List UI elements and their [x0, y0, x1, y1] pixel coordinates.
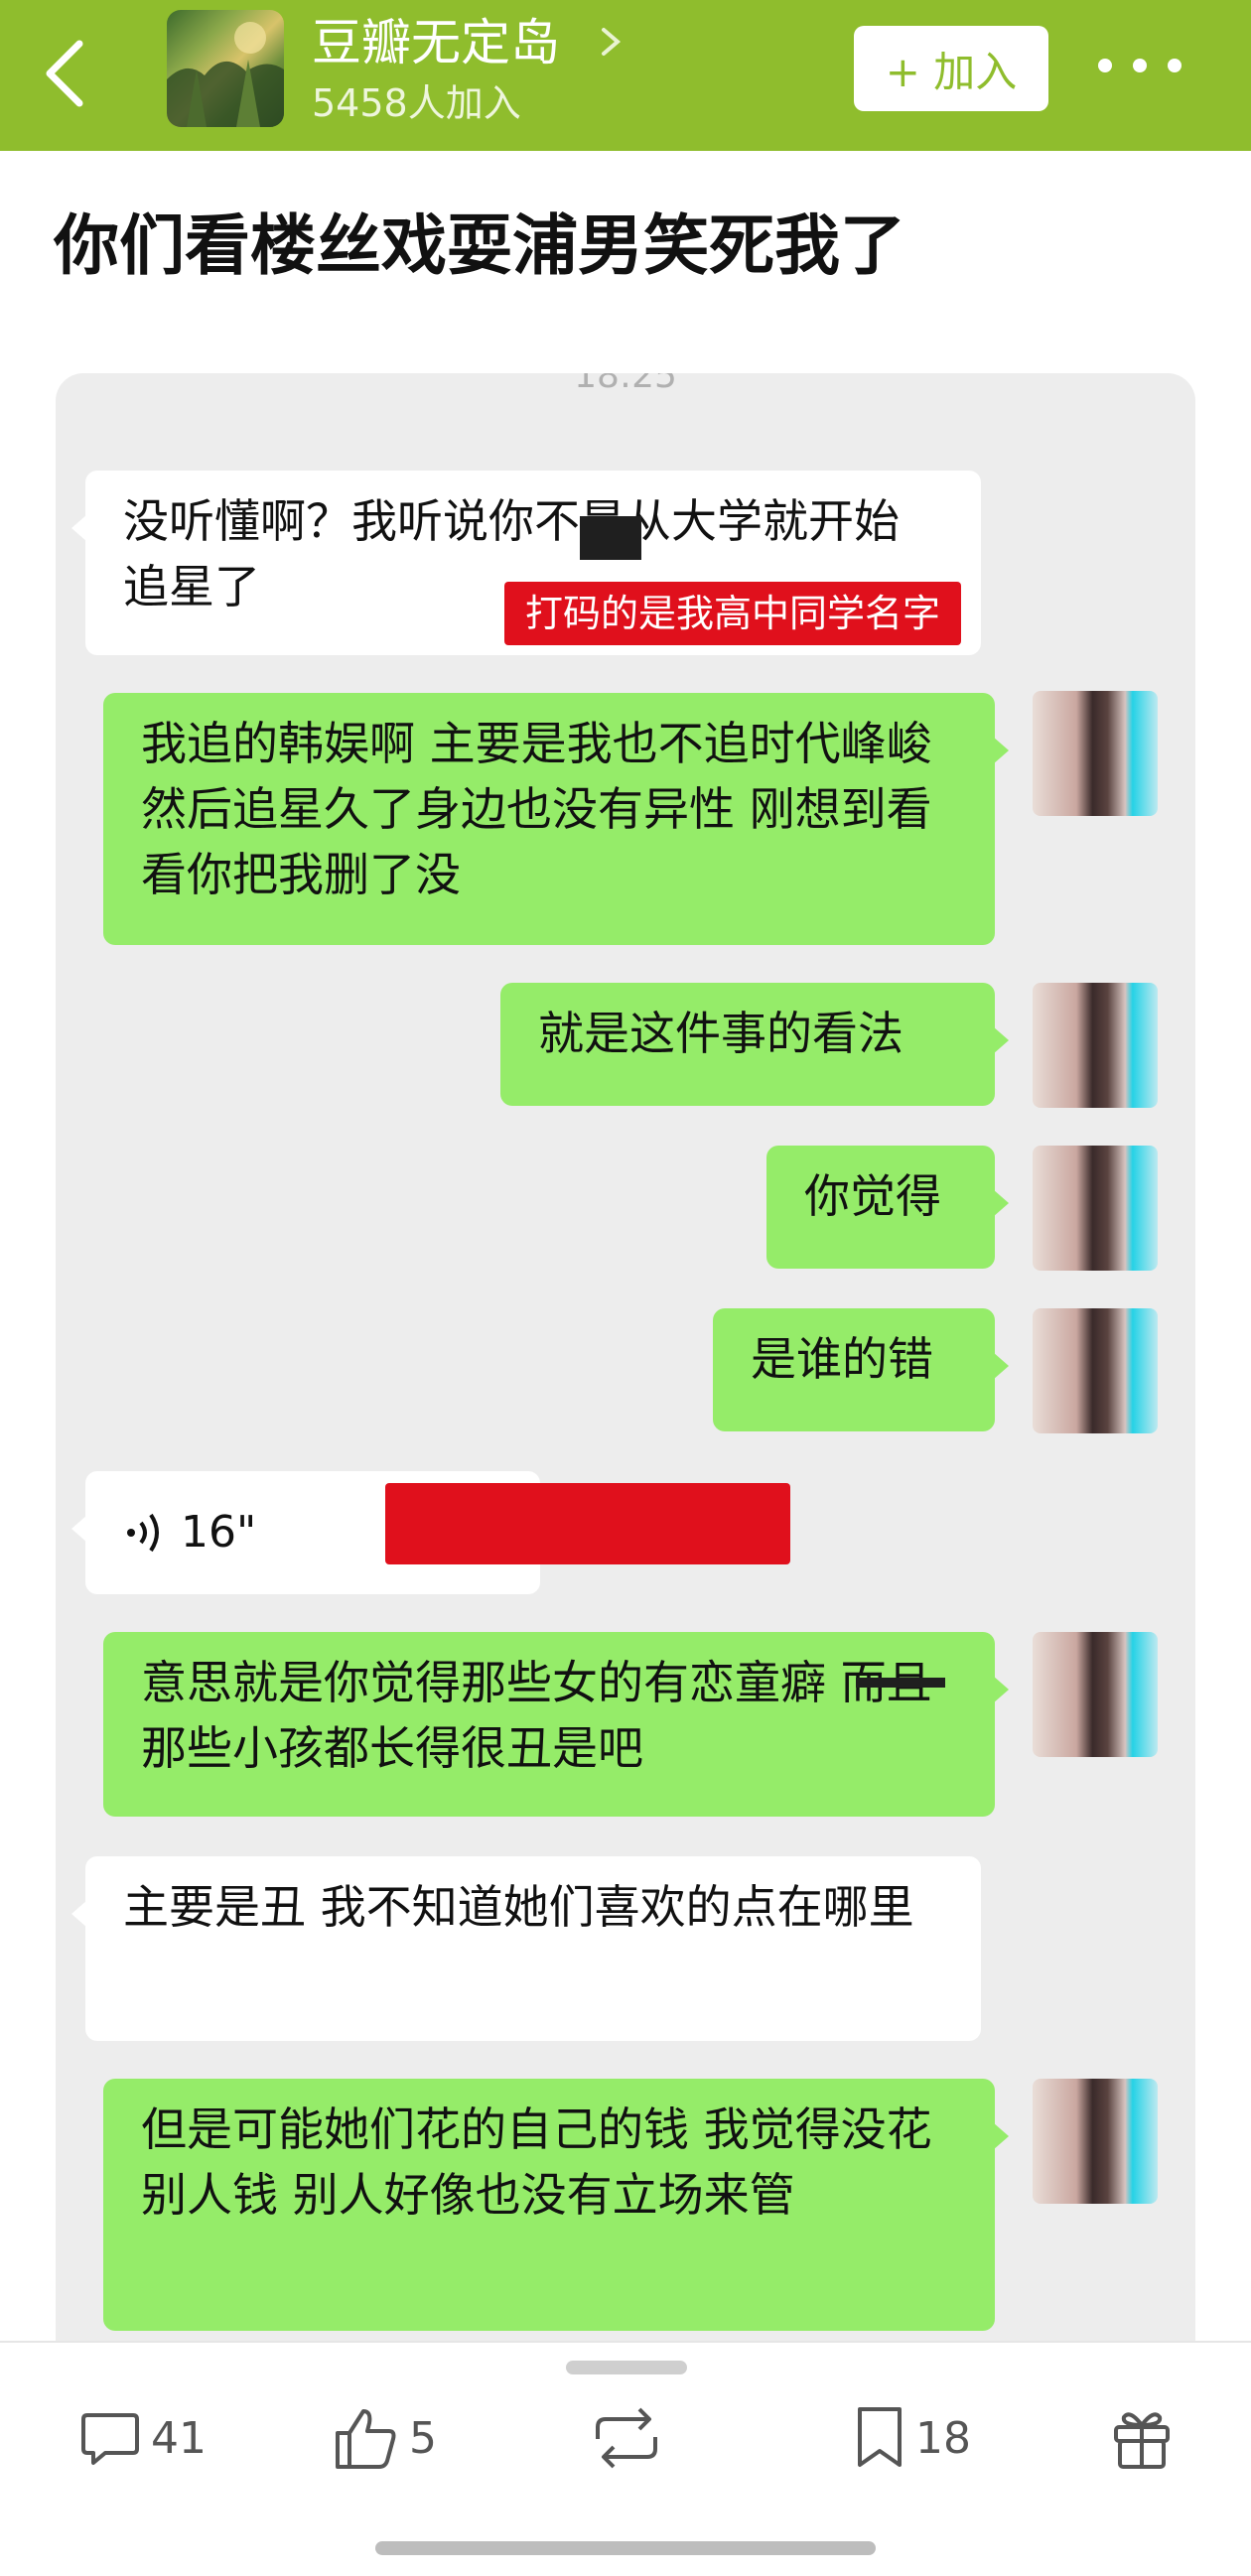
group-name[interactable]: 豆瓣无定岛 — [312, 12, 560, 73]
group-header: 豆瓣无定岛 5458人加入 + 加入 — [0, 0, 1251, 151]
chevron-right-icon — [602, 28, 622, 56]
join-button[interactable]: + 加入 — [854, 26, 1048, 111]
repost-icon — [596, 2407, 657, 2469]
more-options-button[interactable] — [1098, 46, 1182, 85]
thumbs-up-icon — [336, 2409, 396, 2469]
group-chevron[interactable] — [596, 22, 626, 62]
comment-icon — [81, 2413, 139, 2465]
comment-button[interactable]: 41 — [77, 2398, 207, 2478]
like-count: 5 — [409, 2412, 437, 2464]
back-button[interactable] — [38, 34, 97, 113]
bottom-action-bar: 41 5 18 — [0, 2341, 1251, 2576]
voice-duration: 16" — [181, 1507, 257, 1558]
join-button-label: + 加入 — [885, 47, 1018, 96]
bookmark-icon — [858, 2407, 902, 2467]
chat-message-sent: 但是可能她们花的自己的钱 我觉得没花别人钱 别人好像也没有立场来管 — [103, 2079, 1009, 2331]
comment-count: 41 — [151, 2412, 207, 2464]
avatar[interactable] — [1033, 1632, 1158, 1757]
more-dots-icon — [1098, 59, 1112, 72]
annotation-label: 打码的是我高中同学名字 — [504, 582, 961, 645]
gift-icon — [1114, 2412, 1170, 2469]
avatar[interactable] — [1033, 1308, 1158, 1433]
repost-button[interactable] — [588, 2398, 665, 2478]
bookmark-count: 18 — [915, 2412, 971, 2464]
group-member-count: 5458人加入 — [312, 81, 521, 125]
home-indicator — [375, 2541, 876, 2555]
chat-message-sent: 我追的韩娱啊 主要是我也不追时代峰峻 然后追星久了身边也没有异性 刚想到看看你把… — [103, 693, 1009, 945]
bookmark-button[interactable]: 18 — [852, 2398, 971, 2478]
chat-message-sent: 是谁的错 — [713, 1308, 1009, 1431]
chat-message-sent: 你觉得 — [766, 1146, 1009, 1269]
chat-message-received: 主要是丑 我不知道她们喜欢的点在哪里 — [71, 1856, 981, 2041]
avatar[interactable] — [1033, 983, 1158, 1108]
chat-message-sent: 就是这件事的看法 — [500, 983, 1009, 1106]
like-button[interactable]: 5 — [332, 2398, 437, 2478]
avatar[interactable] — [1033, 1146, 1158, 1271]
drag-handle[interactable] — [566, 2361, 687, 2374]
chat-message-sent: 意思就是你觉得那些女的有恋童癖 而且那些小孩都长得很丑是吧 — [103, 1632, 1009, 1817]
chat-timestamp: 18:25 — [574, 373, 677, 396]
redacted-word-block — [856, 1678, 945, 1688]
voice-wave-icon — [127, 1513, 159, 1553]
avatar[interactable] — [1033, 691, 1158, 816]
avatar[interactable] — [1033, 2079, 1158, 2204]
back-arrow-icon — [46, 40, 83, 107]
redacted-name-block — [580, 516, 641, 560]
chat-screenshot[interactable]: 18:25 没听懂啊？我听说你不是从大学就开始追星了 打码的是我高中同学名字 我… — [56, 373, 1195, 2359]
group-avatar[interactable] — [167, 10, 284, 127]
post-title: 你们看楼丝戏耍浦男笑死我了 — [54, 207, 905, 284]
redaction-bar — [385, 1483, 790, 1564]
gift-button[interactable] — [1110, 2398, 1174, 2478]
